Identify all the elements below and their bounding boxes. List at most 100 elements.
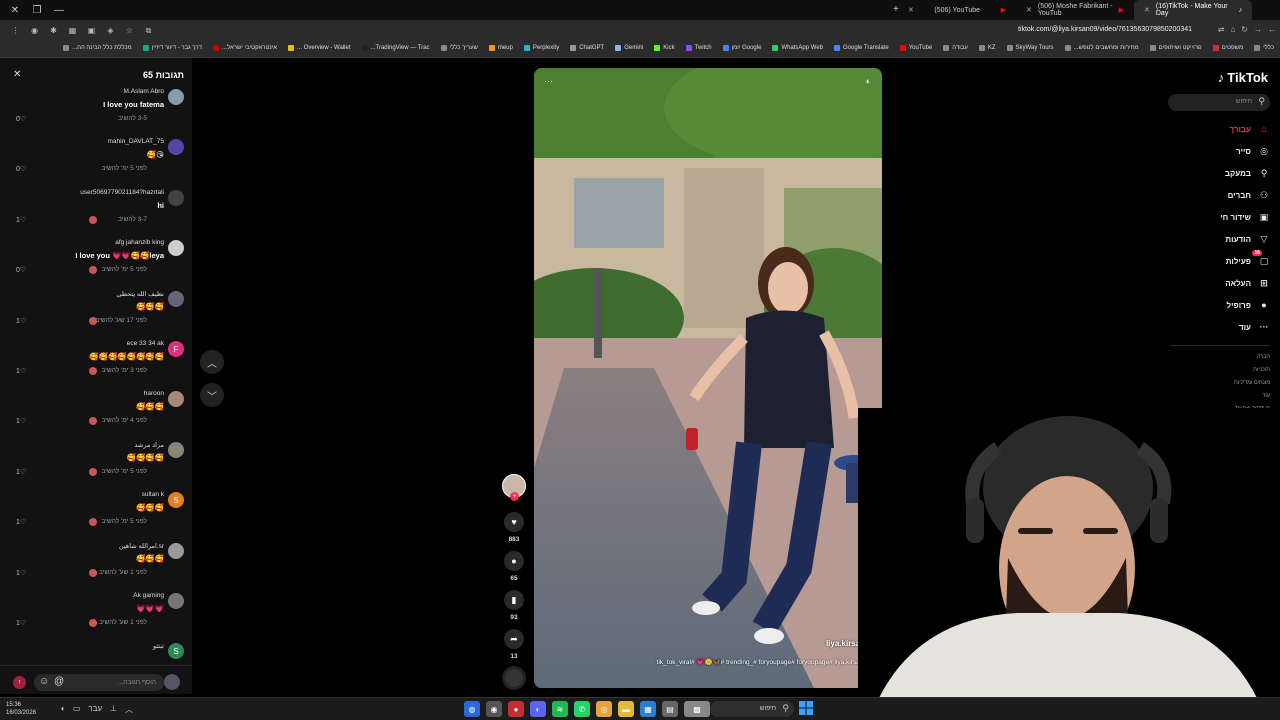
share-button[interactable]: ➦	[504, 629, 524, 649]
bookmark-item[interactable]: Twitch	[685, 45, 712, 51]
bookmark-item[interactable]: אינטראקטיבי ישראל...	[212, 45, 277, 51]
sidebar-item-home[interactable]: עבורך ⌂	[1170, 121, 1270, 137]
restore-window-icon[interactable]: ❐	[26, 5, 48, 16]
footer-link[interactable]: מונחים ומדיניות	[1234, 380, 1270, 386]
bookmark-item[interactable]: SkyWay Tours	[1006, 45, 1054, 51]
reply-link[interactable]: להשיב	[102, 417, 120, 424]
video-hashtags[interactable]: tik_tok_viral# 💗🌼🦋# trending_# foryoupag…	[657, 658, 876, 666]
comment-username[interactable]: Ak gaming	[133, 592, 164, 599]
comment-like-button[interactable]: 0♡	[16, 266, 26, 274]
comment-username[interactable]: user5069779021184?hazrtali	[80, 189, 164, 196]
bookmark-item[interactable]: Perplexity	[523, 45, 559, 51]
close-window-icon[interactable]: ✕	[4, 5, 26, 16]
whatsapp-icon[interactable]: ✆	[574, 701, 590, 717]
extension-icon[interactable]: ◉	[25, 26, 44, 36]
footer-link[interactable]: עוד	[1262, 393, 1270, 399]
previous-video-button[interactable]: ︿	[200, 350, 224, 374]
send-comment-button[interactable]: ↑	[13, 676, 26, 689]
chrome-icon[interactable]: ◎	[596, 701, 612, 717]
puzzle-icon[interactable]: ▦	[63, 26, 82, 36]
app-icon[interactable]: ▤	[662, 701, 678, 717]
mic-icon[interactable]: ⊥	[110, 704, 117, 715]
comment-avatar[interactable]	[168, 542, 184, 559]
reply-link[interactable]: להשיב	[99, 569, 117, 576]
tab-youtube-channel[interactable]: ✕ (506) Moshe Fabrikant - YouTub ▶	[1016, 0, 1134, 20]
close-tab-icon[interactable]: ✕	[908, 6, 914, 14]
footer-link[interactable]: תוכניות	[1253, 367, 1270, 373]
comment-avatar[interactable]: S	[168, 643, 184, 660]
extension-icon[interactable]: ✱	[44, 26, 63, 36]
volume-icon[interactable]: ◖	[60, 704, 65, 715]
sidebar-item-messages[interactable]: הודעות ▽	[1170, 231, 1270, 247]
sidebar-item-friends[interactable]: חברים ⚇	[1170, 187, 1270, 203]
reply-link[interactable]: להשיב	[102, 165, 120, 172]
comment-username[interactable]: mahin_DAVLAT_75	[108, 138, 165, 145]
bookmark-star-icon[interactable]: ☆	[120, 26, 139, 36]
comment-avatar[interactable]: F	[168, 341, 184, 357]
bookmark-item[interactable]: meup	[488, 45, 513, 51]
home-icon[interactable]: ⌂	[1230, 25, 1235, 34]
bookmark-item[interactable]: מכללת כלל הבינה הה...	[63, 45, 132, 51]
sidebar-item-upload[interactable]: העלאה ⊞	[1170, 275, 1270, 291]
extension-icon[interactable]: ◈	[101, 26, 120, 36]
comment-like-button[interactable]: 1♡	[16, 468, 26, 476]
sound-disc-icon[interactable]	[502, 666, 526, 690]
bookmark-item[interactable]: פרוייקט ושיתופים	[1149, 45, 1202, 51]
sidebar-item-more[interactable]: עוד ···	[1170, 319, 1270, 335]
bookmark-item[interactable]: Overview - Wallet ...	[288, 45, 351, 51]
comment-username[interactable]: afg jahanzib king	[115, 239, 164, 246]
reply-link[interactable]: להשיב	[99, 619, 117, 626]
emoji-icon[interactable]: ☺	[39, 676, 49, 687]
comment-username[interactable]: M.Aslam Abro	[124, 88, 164, 95]
tab-tiktok[interactable]: ✕ (16)TikTok - Make Your Day ♪	[1134, 0, 1252, 20]
bookmark-item[interactable]: דרך גבר - דיוור דיזיין	[142, 45, 202, 51]
save-button[interactable]: ▮	[504, 590, 524, 610]
language-indicator[interactable]: עבר	[88, 704, 102, 715]
comment-like-button[interactable]: 1♡	[16, 569, 26, 577]
reply-link[interactable]: להשיב	[95, 317, 113, 324]
comment-username[interactable]: sultan k	[142, 491, 164, 498]
site-settings-icon[interactable]: ⇌	[1218, 25, 1225, 34]
sidebar-item-live[interactable]: שידור חי ▣	[1170, 209, 1270, 225]
comment-avatar[interactable]	[168, 441, 184, 458]
video-player[interactable]: ··· ◖ liya.kirsan09 tik_tok_viral# 💗🌼🦋# …	[534, 68, 882, 688]
tab-youtube[interactable]: ✕ (506) YouTube ▶	[898, 0, 1016, 20]
app-icon[interactable]: ▦	[640, 701, 656, 717]
comment-username[interactable]: مراد مرشد	[134, 441, 164, 449]
comment-like-button[interactable]: 1♡	[16, 518, 26, 526]
back-icon[interactable]: ←	[1268, 25, 1276, 34]
reply-link[interactable]: להשיב	[102, 518, 120, 525]
windows-start-icon[interactable]	[799, 701, 813, 715]
bookmark-item[interactable]: YouTube	[899, 45, 932, 51]
next-video-button[interactable]: ﹀	[200, 383, 224, 407]
comment-avatar[interactable]	[168, 189, 184, 206]
sidebar-item-profile[interactable]: פרופיל ●	[1170, 297, 1270, 313]
reload-icon[interactable]: ↻	[1241, 25, 1248, 34]
bookmark-item[interactable]: Google יומן	[722, 45, 761, 51]
comment-like-button[interactable]: 1♡	[16, 417, 26, 425]
comment-like-button[interactable]: 1♡	[16, 367, 26, 375]
bookmark-item[interactable]: Kick	[654, 45, 675, 51]
share-icon[interactable]: ⧉	[139, 26, 158, 36]
comment-avatar[interactable]	[168, 290, 184, 307]
forward-icon[interactable]: →	[1254, 25, 1262, 34]
comment-input[interactable]: ☺ @ הוסף תגובה...	[34, 674, 164, 691]
sidebar-item-following[interactable]: במעקב ⚲	[1170, 165, 1270, 181]
comment-avatar[interactable]	[168, 391, 184, 408]
sidebar-item-compass[interactable]: סייר ◎	[1170, 143, 1270, 159]
comment-username[interactable]: نظيف الله يتحطى	[116, 290, 164, 298]
more-options-icon[interactable]: ···	[544, 76, 553, 86]
bookmark-item[interactable]: שעריך כללי	[440, 45, 478, 51]
like-button[interactable]: ♥	[504, 512, 524, 532]
comment-like-button[interactable]: 0♡	[16, 165, 26, 173]
bookmark-item[interactable]: KZ	[978, 45, 996, 51]
tray-expand-icon[interactable]: ︿	[125, 704, 133, 715]
reply-link[interactable]: להשיב	[118, 115, 136, 122]
discord-icon[interactable]: ◐	[530, 701, 546, 717]
menu-icon[interactable]: ⋮	[6, 26, 25, 36]
comment-username[interactable]: haroon	[144, 390, 164, 397]
bookmark-item[interactable]: עבודה	[943, 45, 968, 51]
bookmark-item[interactable]: Google Translate	[834, 45, 889, 51]
taskbar-search[interactable]: חיפוש ⚲	[710, 701, 794, 717]
reply-link[interactable]: להשיב	[102, 367, 120, 374]
